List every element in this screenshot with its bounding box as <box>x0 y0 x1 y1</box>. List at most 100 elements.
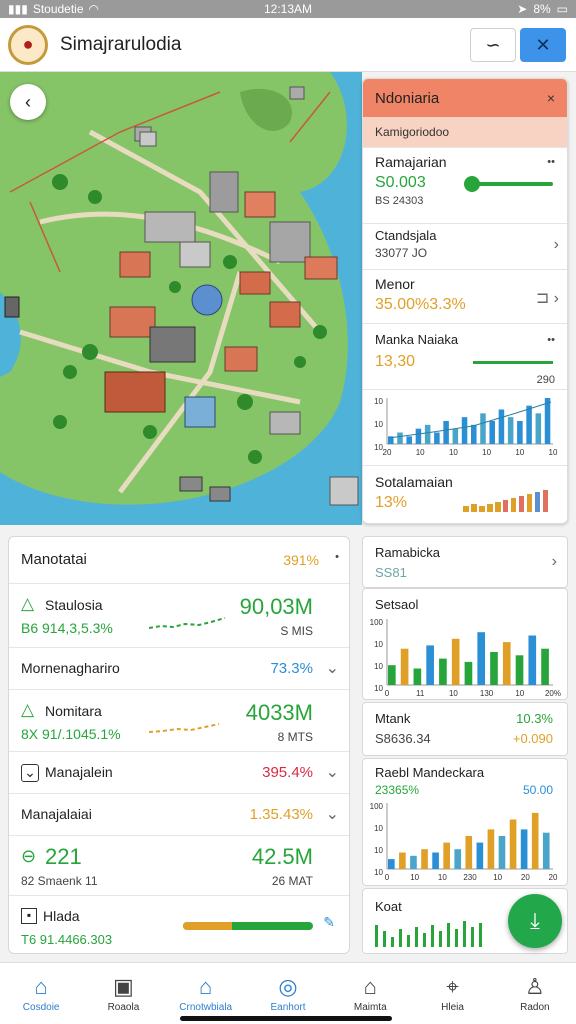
app-logo: ● <box>8 24 48 65</box>
y-tick-label: 10 <box>374 662 383 671</box>
item-sub: BS 24303 <box>375 195 424 207</box>
panel-chart: 10 10 10 20 10 10 10 10 10 <box>363 389 567 465</box>
side-card-3[interactable]: Mtank S8636.34 10.3% +0.090 <box>362 702 568 756</box>
stat-row-3[interactable]: △ Nomitara 8X 91/.1045.1% 4033M 8 MTS <box>9 689 349 751</box>
nav-item-house[interactable]: ⌂ Crnotwbiala <box>165 963 247 1024</box>
home-indicator <box>180 1016 392 1021</box>
row-value: 395.4% <box>262 764 313 781</box>
checkbox-icon[interactable]: ⌄ <box>21 764 39 782</box>
bar <box>487 829 495 869</box>
panel-bar-chart: 10101020 10 10 10 10 10 <box>374 397 558 457</box>
chevron-right-icon: › <box>551 553 557 570</box>
bar <box>476 842 484 869</box>
city-map[interactable] <box>0 72 362 525</box>
bar <box>413 668 422 685</box>
stat-row-7[interactable]: ▪ Hlada T6 91.4466.303 ✎ <box>9 895 349 953</box>
download-fab[interactable]: ⤓ <box>508 894 562 948</box>
item-label: Ctandsjala <box>375 228 437 243</box>
side-card-1[interactable]: Ramabicka SS81 › <box>362 536 568 588</box>
nav-item-user[interactable]: ♙ Radon <box>494 963 576 1024</box>
card-value: 391% <box>283 552 319 568</box>
link-button[interactable]: ∽ <box>470 28 516 62</box>
nav-item-home[interactable]: ⌂ Cosdoie <box>0 963 82 1024</box>
x-tick-label: 10 <box>449 448 458 457</box>
card-sub: SS81 <box>375 565 407 580</box>
sparkline <box>149 723 220 733</box>
x-tick-label: 20% <box>545 689 561 698</box>
panel-header: Ndoniaria × <box>363 79 567 117</box>
y-tick-label: 100 <box>370 802 384 811</box>
panel-close-icon[interactable]: × <box>547 90 555 106</box>
row-sub-left: 82 Smaenk 11 <box>21 874 98 888</box>
calculator-icon: ▣ <box>113 973 134 999</box>
row-value: 1.35.43% <box>249 806 313 823</box>
x-tick-label: 130 <box>480 689 494 698</box>
battery-level: 8% <box>533 2 551 16</box>
nav-label: Cosdoie <box>22 1001 60 1013</box>
row-label: Staulosia <box>45 597 103 613</box>
card-label: Setsaol <box>375 597 419 612</box>
item-label: Ramajarian <box>375 154 447 170</box>
bar <box>520 829 528 869</box>
lock-icon: ⊖ <box>21 846 37 866</box>
back-button[interactable]: ‹ <box>10 84 46 120</box>
more-icon[interactable]: •• <box>547 334 555 346</box>
row-sub-left: 8X 91/.1045.1% <box>21 726 121 742</box>
map-illustration <box>0 72 359 506</box>
stat-row-1[interactable]: △ Staulosia B6 914,3,5.3% 90,03M S MIS <box>9 583 349 647</box>
panel-title: Ndoniaria <box>375 89 440 107</box>
stat-row-2[interactable]: Mornenaghariro 73.3% ⌄ <box>9 647 349 689</box>
card-value-2: 50.00 <box>522 783 553 797</box>
panel-item-3[interactable]: Menor 35.00%3.3% ⊐ › <box>363 269 567 323</box>
row-sub-right: S MIS <box>280 624 313 638</box>
bar <box>452 428 459 444</box>
bar <box>388 665 396 685</box>
row-label: Nomitara <box>45 703 102 719</box>
app-title: Simajrarulodia <box>60 33 182 55</box>
dot-icon: • <box>335 551 339 563</box>
stat-row-5[interactable]: Manajalaiai 1.35.43% ⌄ <box>9 793 349 835</box>
status-bar: ▮▮▮ Stoudetie ◠ 12:13AM ➤ 8% ▭ <box>0 0 576 18</box>
bar <box>515 655 524 685</box>
item-value: 33077 JO <box>375 246 428 260</box>
wifi-icon: ◠ <box>88 2 100 16</box>
link-icon: ∽ <box>485 34 501 55</box>
panel-item-2[interactable]: Ctandsjala 33077 JO › <box>363 223 567 269</box>
y-tick-label: 10 <box>374 397 383 406</box>
row-sub-right: 26 MAT <box>271 874 313 888</box>
panel-item-4[interactable]: Manka Naiaka 13,30 •• 290 <box>363 323 567 389</box>
house-icon: ⌂ <box>199 973 213 999</box>
x-tick-label: 20 <box>383 448 392 457</box>
bar <box>388 859 395 869</box>
bottom-nav: ⌂ Cosdoie ▣ Roaola ⌂ Crnotwbiala ◎ Eanhort ⌂… <box>0 962 576 1024</box>
bar <box>542 832 550 869</box>
nav-item-calculator[interactable]: ▣ Roaola <box>82 963 164 1024</box>
bar <box>498 836 506 869</box>
slider-thumb[interactable] <box>464 176 480 192</box>
x-tick-label: 11 <box>416 689 425 698</box>
edit-icon[interactable]: ✎ <box>323 914 335 931</box>
bar <box>526 405 532 444</box>
nav-item-building[interactable]: ⌂ Maimta <box>329 963 411 1024</box>
close-button[interactable]: ✕ <box>520 28 566 62</box>
nav-item-circle[interactable]: ◎ Eanhort <box>247 963 329 1024</box>
mini-bar-chart <box>463 490 548 512</box>
bar <box>439 658 447 685</box>
signal-icon: ▮▮▮ <box>8 2 28 16</box>
card-header[interactable]: Manotatai 391% • <box>9 537 349 583</box>
nav-label: Hleia <box>441 1001 464 1013</box>
bar <box>502 642 511 685</box>
nav-item-map[interactable]: ⌖ Hleia <box>411 963 493 1024</box>
bar <box>464 661 473 685</box>
stat-row-6[interactable]: ⊖ 221 82 Smaenk 11 42.5M 26 MAT <box>9 835 349 895</box>
more-icon[interactable]: •• <box>547 156 555 168</box>
panel-item-1[interactable]: Ramajarian S0.003 BS 24303 •• <box>363 147 567 223</box>
row-progress <box>183 922 313 930</box>
stat-row-4[interactable]: ⌄ Manajalein 395.4% ⌄ <box>9 751 349 793</box>
bar <box>454 849 462 869</box>
bar <box>531 812 539 869</box>
y-tick-label: 10 <box>374 824 383 833</box>
bar <box>489 421 495 444</box>
x-tick-label: 0 <box>385 873 390 882</box>
panel-item-5[interactable]: Sotalamaian 13% <box>363 465 567 523</box>
